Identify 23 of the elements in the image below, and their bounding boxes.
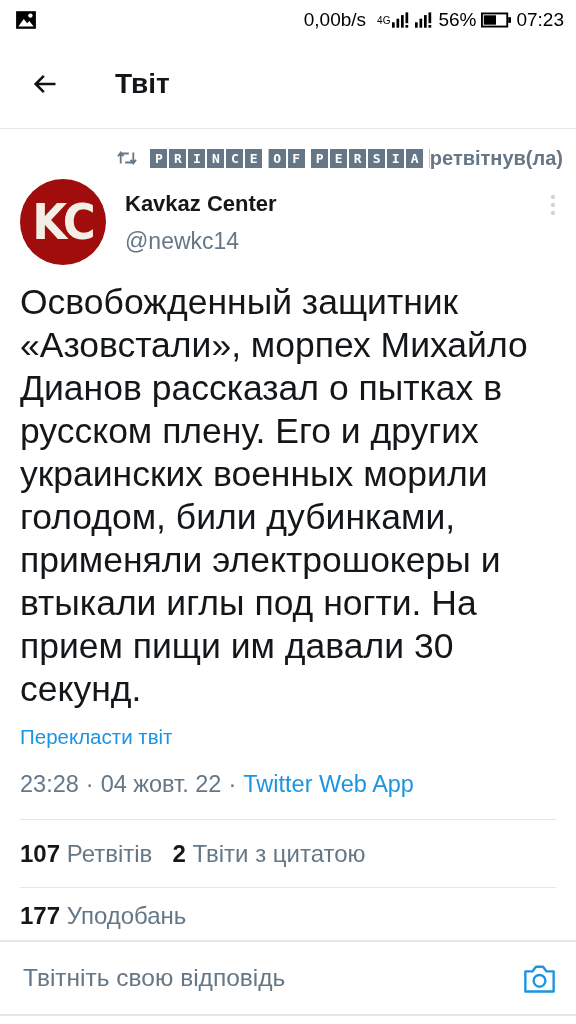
stat-link[interactable]: 2 Твіти з цитатою — [172, 840, 366, 868]
retweet-icon — [116, 149, 139, 167]
separator: · — [85, 771, 94, 798]
signal-icon — [415, 11, 434, 29]
signal-icon — [392, 11, 411, 29]
tweet-time: 23:28 — [20, 771, 79, 798]
page-title: Твіт — [115, 68, 170, 100]
retweet-label: ретвітнув(ла) — [429, 146, 563, 170]
tweet-text: Освобожденный защитник «Азовстали», морпех Михайло Дианов рассказал о пытках в русском плену. Его и других украинских военных морили голодом, били дубинками, применяли электрошокеры и втыкали иглы под ногти. На прием пищи им давали 30 секунд. — [20, 281, 529, 711]
author-name[interactable]: Kavkaz Center — [125, 191, 550, 217]
avatar[interactable]: KC — [20, 179, 106, 265]
reply-field[interactable]: Твітніть свою відповідь — [20, 964, 523, 992]
tweet-date: 04 жовт. 22 — [100, 771, 222, 798]
clock: 07:23 — [516, 9, 564, 31]
battery-percent: 56% — [438, 9, 477, 31]
author-handle[interactable]: @newkc14 — [125, 228, 550, 255]
image-icon — [15, 10, 37, 30]
network-speed: 0,00b/s — [303, 9, 367, 31]
separator: · — [228, 771, 237, 798]
battery-icon — [481, 12, 512, 28]
stat-link[interactable]: 177 Уподобань — [20, 902, 187, 930]
network-type: 4G — [377, 14, 391, 26]
stat-link[interactable]: 107 Ретвітів — [20, 840, 153, 868]
